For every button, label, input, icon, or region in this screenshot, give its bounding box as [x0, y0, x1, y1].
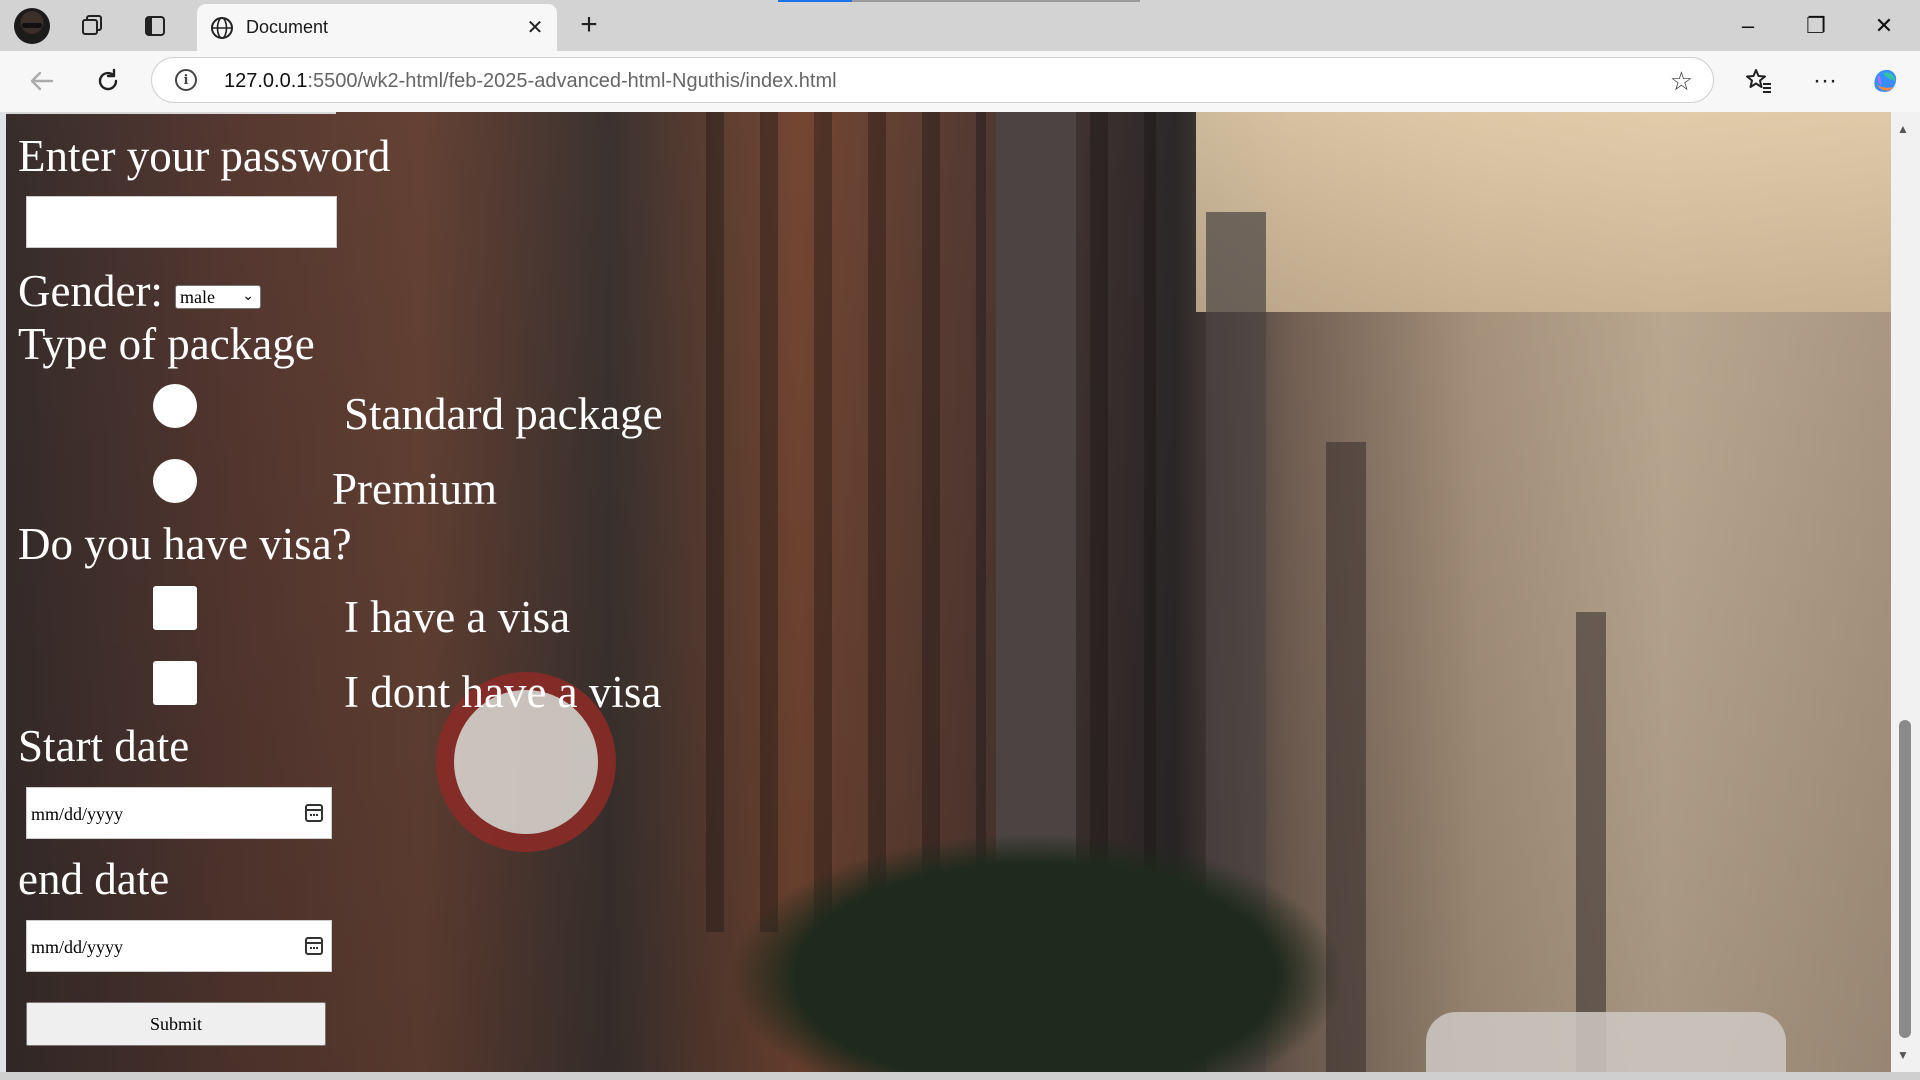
password-input[interactable] [26, 196, 337, 248]
tab-bar: Document ✕ + – ❐ ✕ [0, 0, 1920, 51]
back-icon[interactable] [24, 63, 60, 99]
info-icon[interactable]: i [175, 69, 197, 91]
globe-icon [209, 15, 235, 46]
password-label: Enter your password [18, 131, 391, 181]
visa-label: Do you have visa? [18, 519, 352, 569]
calendar-icon[interactable] [305, 937, 323, 955]
start-date-input[interactable]: mm/dd/yyyy [26, 787, 332, 839]
scroll-up-arrow-icon[interactable]: ▲ [1897, 122, 1909, 136]
no-visa-label: I dont have a visa [344, 667, 662, 717]
navigation-toolbar: i 127.0.0.1:5500/wk2-html/feb-2025-advan… [0, 51, 1920, 112]
checkbox-no-visa[interactable] [153, 661, 197, 705]
end-date-placeholder: mm/dd/yyyy [31, 937, 124, 957]
url-text: 127.0.0.1:5500/wk2-html/feb-2025-advance… [224, 70, 837, 93]
workspaces-icon[interactable] [74, 8, 110, 44]
star-icon[interactable]: ☆ [1670, 66, 1693, 97]
package-label: Type of package [18, 319, 315, 369]
end-date-input[interactable]: mm/dd/yyyy [26, 920, 332, 972]
close-window-button[interactable]: ✕ [1856, 0, 1912, 51]
copilot-icon[interactable] [1867, 63, 1903, 99]
url-path: :5500/wk2-html/feb-2025-advanced-html-Ng… [307, 70, 837, 92]
window-bottom-edge [0, 1072, 1920, 1080]
have-visa-label: I have a visa [344, 592, 571, 642]
page-viewport: Enter your password Gender: male ⌄ Type … [6, 112, 1891, 1072]
radio-standard-package[interactable] [153, 384, 197, 428]
background-van [1426, 1012, 1786, 1072]
minimize-button[interactable]: – [1720, 0, 1776, 51]
scrollbar-thumb[interactable] [1899, 720, 1911, 1038]
tab-title: Document [246, 17, 329, 37]
chevron-down-icon: ⌄ [242, 289, 254, 304]
background-lamp-post [1576, 612, 1606, 1072]
restore-button[interactable]: ❐ [1788, 0, 1844, 51]
scroll-down-arrow-icon[interactable]: ▼ [1897, 1048, 1909, 1062]
new-tab-button[interactable]: + [572, 8, 606, 42]
background-sky [1196, 112, 1891, 312]
page-scrollbar[interactable]: ▲ ▼ [1891, 112, 1920, 1072]
gender-select[interactable]: male ⌄ [175, 285, 261, 309]
favorites-icon[interactable] [1741, 63, 1777, 99]
gender-select-value: male [180, 287, 215, 307]
booking-form: Enter your password Gender: male ⌄ Type … [6, 112, 806, 1072]
tab-actions-icon[interactable] [137, 8, 173, 44]
premium-label: Premium [332, 464, 497, 514]
refresh-icon[interactable] [90, 63, 126, 99]
profile-avatar[interactable] [14, 8, 50, 44]
tab-document[interactable]: Document ✕ [197, 4, 557, 51]
more-icon[interactable]: ··· [1807, 63, 1843, 99]
standard-package-label: Standard package [344, 389, 663, 439]
gender-label: Gender: [18, 266, 163, 316]
end-date-label: end date [18, 854, 170, 904]
checkbox-have-visa[interactable] [153, 586, 197, 630]
radio-premium[interactable] [153, 459, 197, 503]
url-host: 127.0.0.1 [224, 70, 308, 92]
tab-close-icon[interactable]: ✕ [521, 13, 549, 41]
address-bar[interactable]: i 127.0.0.1:5500/wk2-html/feb-2025-advan… [151, 57, 1714, 103]
loading-bar [778, 0, 1140, 2]
background-trees [726, 832, 1346, 1072]
submit-button[interactable]: Submit [26, 1002, 326, 1046]
start-date-label: Start date [18, 721, 190, 771]
calendar-icon[interactable] [305, 804, 323, 822]
start-date-placeholder: mm/dd/yyyy [31, 804, 124, 824]
